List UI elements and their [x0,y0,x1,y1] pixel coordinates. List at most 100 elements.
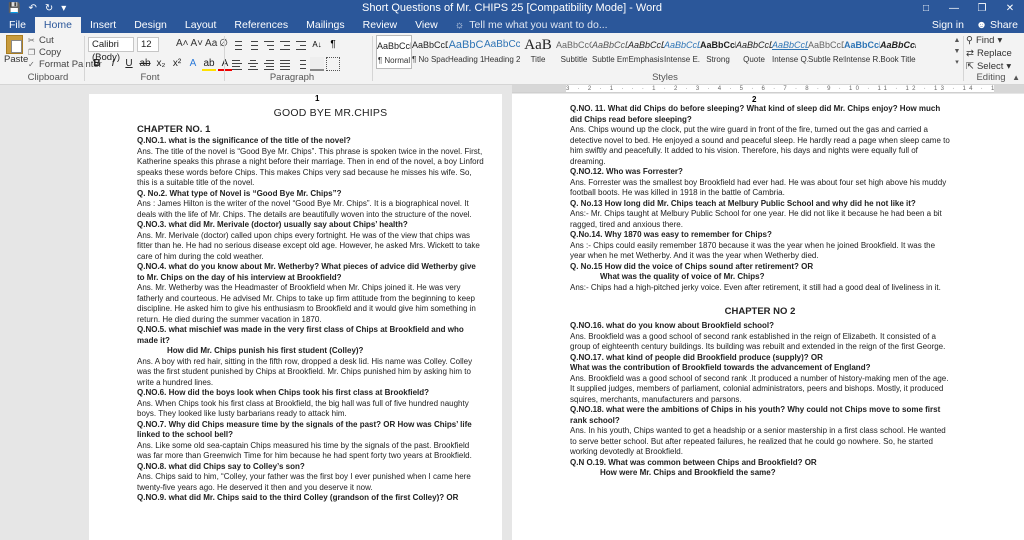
justify-icon[interactable] [278,57,292,71]
answer: Ans. Mr. Wetherby was the Headmaster of … [137,283,476,324]
tab-home[interactable]: Home [34,17,81,33]
tab-review[interactable]: Review [354,17,406,33]
shading-icon[interactable] [310,57,324,71]
superscript-icon[interactable]: x² [170,57,184,71]
tell-me-box[interactable]: ☼ Tell me what you want to do... [455,17,608,33]
question: Q.NO.1. what is the significance of the … [137,136,351,145]
bold-icon[interactable]: B [90,57,104,71]
decrease-indent-icon[interactable] [278,38,292,52]
style-quote[interactable]: AaBbCcDc Quote [736,35,772,69]
copy-icon: ❐ [28,48,36,57]
question: Q.NO.6. How did the boys look when Chips… [137,388,430,397]
style-emphasis[interactable]: AaBbCcDc Emphasis [628,35,664,69]
align-left-icon[interactable] [230,57,244,71]
styles-gallery: AaBbCcDc¶ Normal AaBbCcDc¶ No Spac... Aa… [376,35,951,69]
select-button[interactable]: ⇱ Select ▾ [966,61,1012,72]
text-effects-icon[interactable]: A [186,57,200,71]
page-1[interactable]: 1 GOOD BYE MR.CHIPS CHAPTER NO. 1 Q.NO.1… [89,94,502,540]
sign-in-link[interactable]: Sign in [932,17,964,33]
style-intense-reference[interactable]: AaBbCcDc Intense R... [844,35,880,69]
share-button[interactable]: ☻ Share [976,17,1018,33]
align-center-icon[interactable] [246,57,260,71]
answer: Ans. Chips wound up the clock, put the w… [570,125,950,166]
paintbrush-icon: ✓ [28,60,35,69]
horizontal-ruler[interactable]: 3 · 2 · 1 · · · 1 · 2 · 3 · 4 · 5 · 6 · … [566,85,994,93]
style-strong[interactable]: AaBbCcDc Strong [700,35,736,69]
align-right-icon[interactable] [262,57,276,71]
strikethrough-icon[interactable]: ab [138,57,152,71]
grow-font-icon[interactable]: A˄ [176,38,189,49]
question: Q. No.2. What type of Novel is “Good Bye… [137,188,342,198]
font-size-select[interactable]: 12 [137,37,159,52]
underline-icon[interactable]: U [122,57,136,71]
style-intense-quote[interactable]: AaBbCcDc Intense Q... [772,35,808,69]
style-preview: AaBbCcDc [700,40,736,50]
clipboard-group-label: Clipboard [27,72,69,83]
style-title[interactable]: AaB Title [520,35,556,69]
answer: Ans : James Hilton is the writer of the … [137,199,472,219]
tab-insert[interactable]: Insert [81,17,125,33]
search-icon: ⚲ [966,35,973,46]
page-2[interactable]: 2 Q.NO. 11. What did Chips do before sle… [512,94,1024,540]
customize-qat-icon[interactable]: ▾ [61,0,66,17]
tab-view[interactable]: View [406,17,447,33]
style-book-title[interactable]: AaBbCcDc Book Title [880,35,916,69]
style-no-spacing[interactable]: AaBbCcDc ¶ No Spac... [412,35,448,69]
line-spacing-icon[interactable] [294,57,308,71]
undo-icon[interactable]: ↶ [28,0,36,17]
font-family-select[interactable]: Calibri (Body) [88,37,134,63]
numbering-icon[interactable] [246,38,260,52]
question: Q. No.13 How long did Mr. Chips teach at… [570,198,916,208]
style-intense-emphasis[interactable]: AaBbCcDc Intense E... [664,35,700,69]
tab-references[interactable]: References [225,17,297,33]
change-case-icon[interactable]: Aa [205,38,217,49]
select-label: Select [976,61,1004,72]
question: Q.NO.8. what did Chips say to Colley’s s… [137,461,305,471]
shrink-font-icon[interactable]: A˅ [191,38,204,49]
page-2-content[interactable]: Q.NO. 11. What did Chips do before sleep… [570,104,950,479]
more-icon[interactable]: ▾ [952,57,962,68]
style-subtitle[interactable]: AaBbCcC Subtitle [556,35,592,69]
minimize-icon[interactable]: — [940,0,968,17]
chevron-up-icon[interactable]: ▲ [952,35,962,46]
question: Q.NO.12. Who was Forrester? [570,167,683,176]
subscript-icon[interactable]: x₂ [154,57,168,71]
question: Q. No.15 How did the voice of Chips soun… [570,261,814,271]
redo-icon[interactable]: ↻ [45,0,53,17]
save-icon[interactable]: 💾 [8,0,20,17]
question: What was the contribution of Brookfield … [570,363,871,372]
chevron-down-icon[interactable]: ▼ [952,46,962,57]
tab-layout[interactable]: Layout [176,17,226,33]
style-subtle-reference[interactable]: AaBbCcDc Subtle Ref... [808,35,844,69]
restore-icon[interactable]: ❐ [968,0,996,17]
cursor-icon: ⇱ [966,61,974,72]
find-button[interactable]: ⚲ Find ▾ [966,35,1012,46]
multilevel-list-icon[interactable] [262,38,276,52]
increase-indent-icon[interactable] [294,38,308,52]
paste-button[interactable]: Paste [4,35,28,65]
sort-icon[interactable]: A↓ [310,38,324,52]
styles-gallery-scroll[interactable]: ▲ ▼ ▾ [952,35,962,69]
show-formatting-marks-icon[interactable]: ¶ [326,38,340,52]
divider [224,36,225,81]
close-icon[interactable]: ✕ [996,0,1024,17]
tab-file[interactable]: File [0,17,35,33]
highlight-icon[interactable]: ab [202,57,216,71]
bullets-icon[interactable] [230,38,244,52]
collapse-ribbon-icon[interactable]: ▲ [1012,73,1020,82]
style-heading-1[interactable]: AaBbC Heading 1 [448,35,484,69]
style-normal[interactable]: AaBbCcDc ¶ Normal [376,35,412,69]
style-subtle-emphasis[interactable]: AaBbCcDc Subtle Em... [592,35,628,69]
page-1-content[interactable]: GOOD BYE MR.CHIPS CHAPTER NO. 1 Q.NO.1. … [137,106,484,504]
tab-design[interactable]: Design [125,17,176,33]
paragraph-group-label: Paragraph [269,72,315,83]
window-title: Short Questions of Mr. CHIPS 25 [Compati… [362,2,662,14]
italic-icon[interactable]: I [106,57,120,71]
tab-mailings[interactable]: Mailings [297,17,354,33]
style-name: ¶ No Spac... [412,55,448,64]
style-preview: AaBbCcDc [628,40,664,50]
replace-button[interactable]: ⇄ Replace [966,48,1012,59]
ribbon-display-options-icon[interactable]: □ [912,0,940,17]
style-heading-2[interactable]: AaBbCcl Heading 2 [484,35,520,69]
borders-icon[interactable] [326,57,340,71]
